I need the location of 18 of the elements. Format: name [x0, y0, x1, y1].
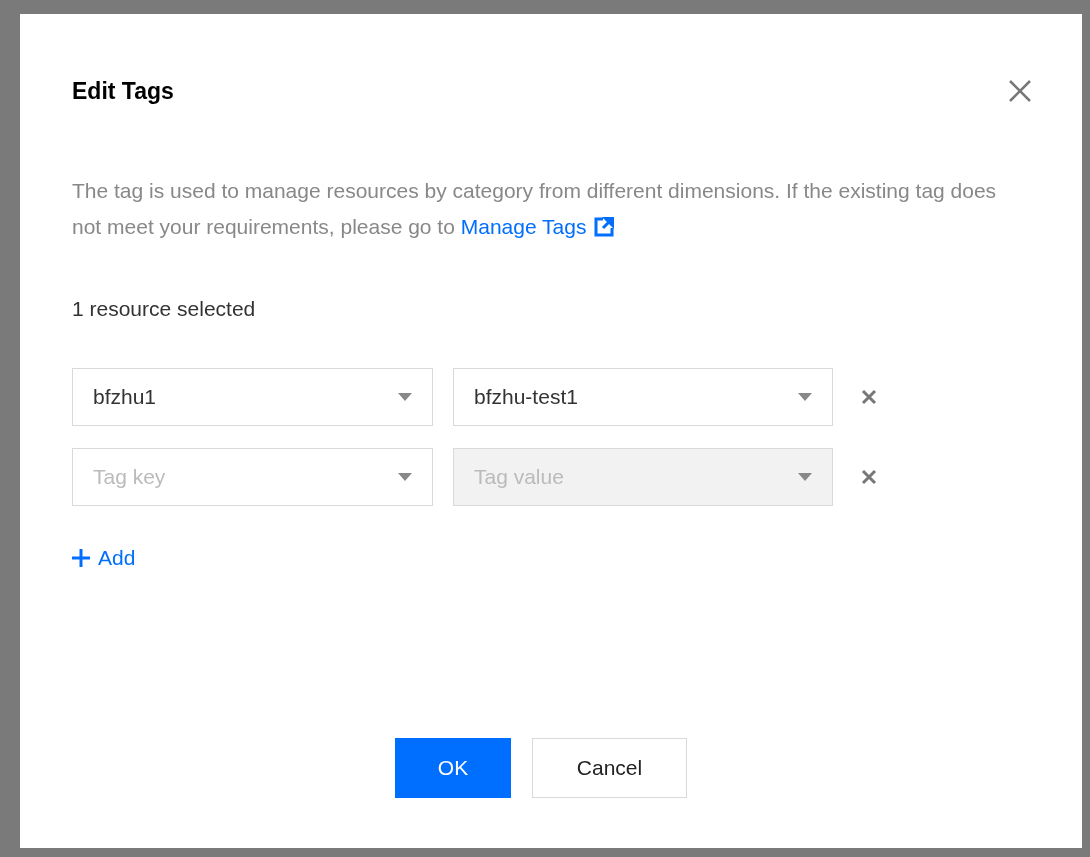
remove-icon[interactable]: [861, 389, 877, 405]
add-button[interactable]: Add: [72, 542, 136, 574]
ok-button[interactable]: OK: [395, 738, 511, 798]
dialog-title: Edit Tags: [72, 77, 174, 106]
description-text: The tag is used to manage resources by category from different dimensions. If the existing tag does not meet your requirements, please go to Manage Tags: [72, 172, 1034, 245]
cancel-button[interactable]: Cancel: [532, 738, 687, 798]
selection-count: 1 resource selected: [72, 295, 257, 322]
remove-icon[interactable]: [861, 469, 877, 485]
dropdown-field[interactable]: bfzhu1: [72, 368, 433, 426]
caret-icon: [398, 393, 412, 401]
external-link-icon: [594, 216, 615, 237]
manage-tags-link[interactable]: Manage Tags: [460, 208, 615, 245]
close-icon[interactable]: [1008, 79, 1032, 104]
plus-icon: [72, 548, 90, 567]
dropdown-field[interactable]: bfzhu-test1: [453, 368, 833, 426]
caret-icon: [798, 393, 812, 401]
caret-icon: [798, 473, 812, 481]
caret-icon: [398, 473, 412, 481]
